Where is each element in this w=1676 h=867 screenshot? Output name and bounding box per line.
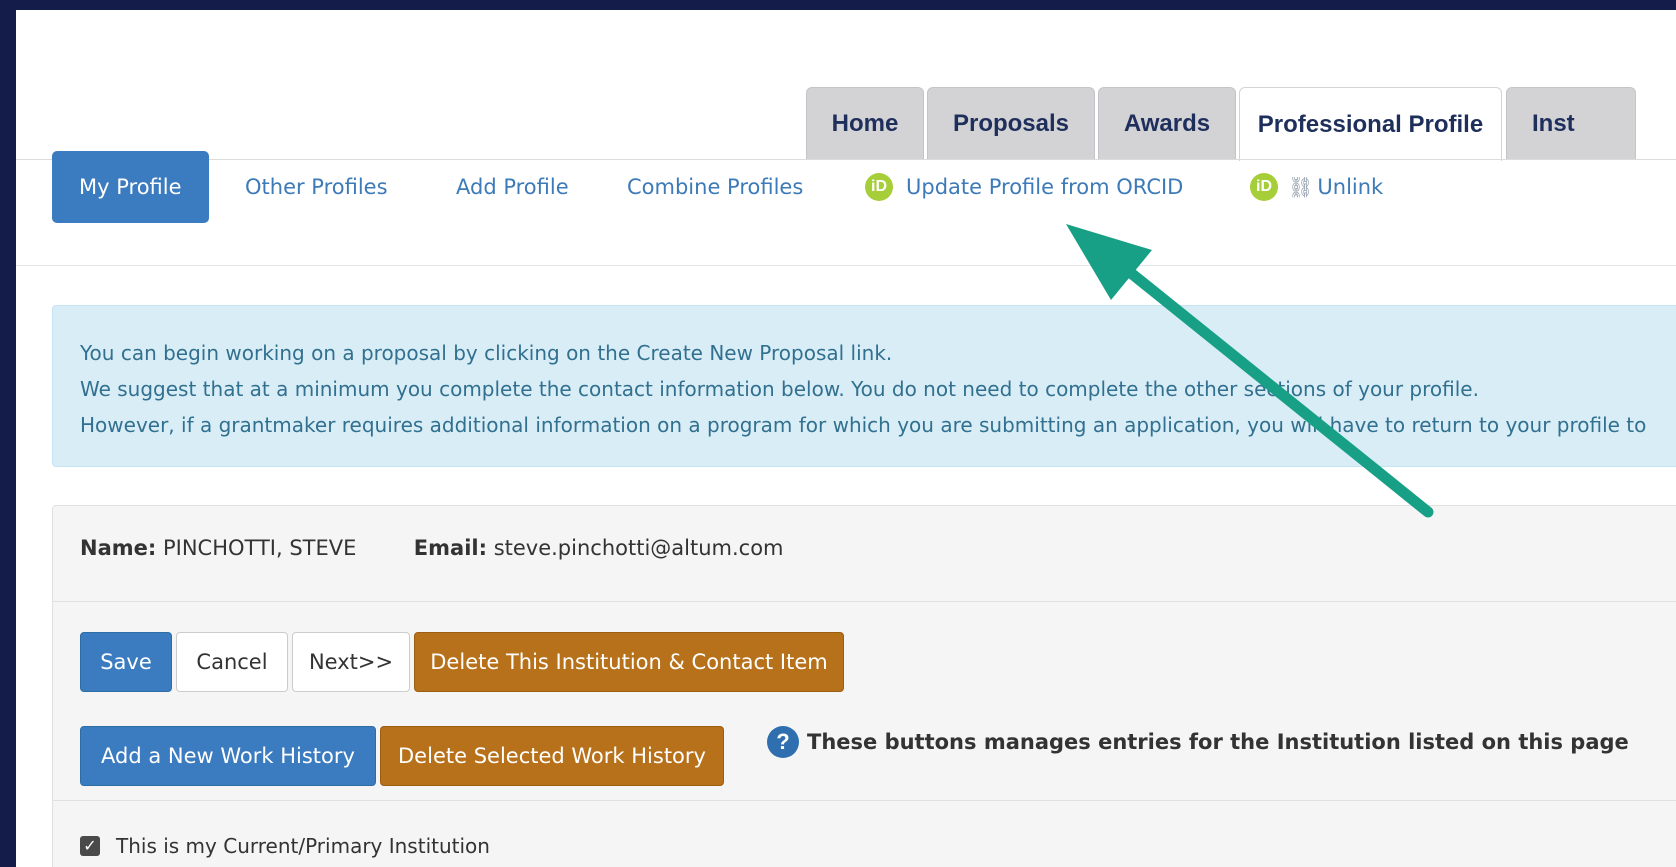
sub-nav-other-profiles[interactable]: Other Profiles [245,151,388,223]
primary-institution-label: This is my Current/Primary Institution [116,834,490,858]
info-alert: You can begin working on a proposal by c… [52,305,1676,467]
delete-work-history-button[interactable]: Delete Selected Work History [380,726,724,786]
work-history-help: ? These buttons manages entries for the … [767,726,1629,758]
info-line: We suggest that at a minimum you complet… [80,377,1479,401]
sub-nav-unlink[interactable]: iD ⛓ Unlink [1250,151,1383,223]
primary-institution-checkbox[interactable]: ✓ [80,836,100,856]
info-line: You can begin working on a proposal by c… [80,341,893,365]
profile-form-panel: Name: PINCHOTTI, STEVE Email: steve.pinc… [52,505,1676,867]
orcid-icon: iD [1250,173,1278,201]
panel-divider [53,601,1676,602]
tab-awards[interactable]: Awards [1098,87,1236,160]
email-value: steve.pinchotti@altum.com [493,536,784,560]
broken-link-icon: ⛓ [1288,175,1314,199]
unlink-label: Unlink [1317,175,1384,199]
sub-nav-combine-profiles[interactable]: Combine Profiles [627,151,803,223]
sub-nav-my-profile[interactable]: My Profile [52,151,209,223]
help-text: These buttons manages entries for the In… [807,730,1629,754]
tab-home[interactable]: Home [806,87,924,160]
help-icon[interactable]: ? [767,726,799,758]
tab-institution[interactable]: Inst [1506,87,1636,160]
next-button[interactable]: Next>> [292,632,410,692]
profile-identity: Name: PINCHOTTI, STEVE Email: steve.pinc… [80,536,784,560]
add-work-history-button[interactable]: Add a New Work History [80,726,376,786]
nav-divider [16,265,1676,266]
panel-divider [53,800,1676,801]
update-orcid-label: Update Profile from ORCID [906,175,1184,199]
sub-nav-add-profile[interactable]: Add Profile [456,151,569,223]
primary-institution-row: ✓ This is my Current/Primary Institution [80,834,490,858]
info-line: However, if a grantmaker requires additi… [80,413,1647,437]
name-value: PINCHOTTI, STEVE [162,536,357,560]
cancel-button[interactable]: Cancel [176,632,288,692]
orcid-icon: iD [865,173,893,201]
app-window: Home Proposals Awards Professional Profi… [16,10,1676,867]
tab-proposals[interactable]: Proposals [927,87,1095,160]
sub-nav-update-from-orcid[interactable]: iD Update Profile from ORCID [865,151,1183,223]
email-label: Email: [413,536,487,560]
tab-professional-profile[interactable]: Professional Profile [1239,87,1502,161]
save-button[interactable]: Save [80,632,172,692]
delete-institution-button[interactable]: Delete This Institution & Contact Item [414,632,844,692]
name-label: Name: [80,536,157,560]
